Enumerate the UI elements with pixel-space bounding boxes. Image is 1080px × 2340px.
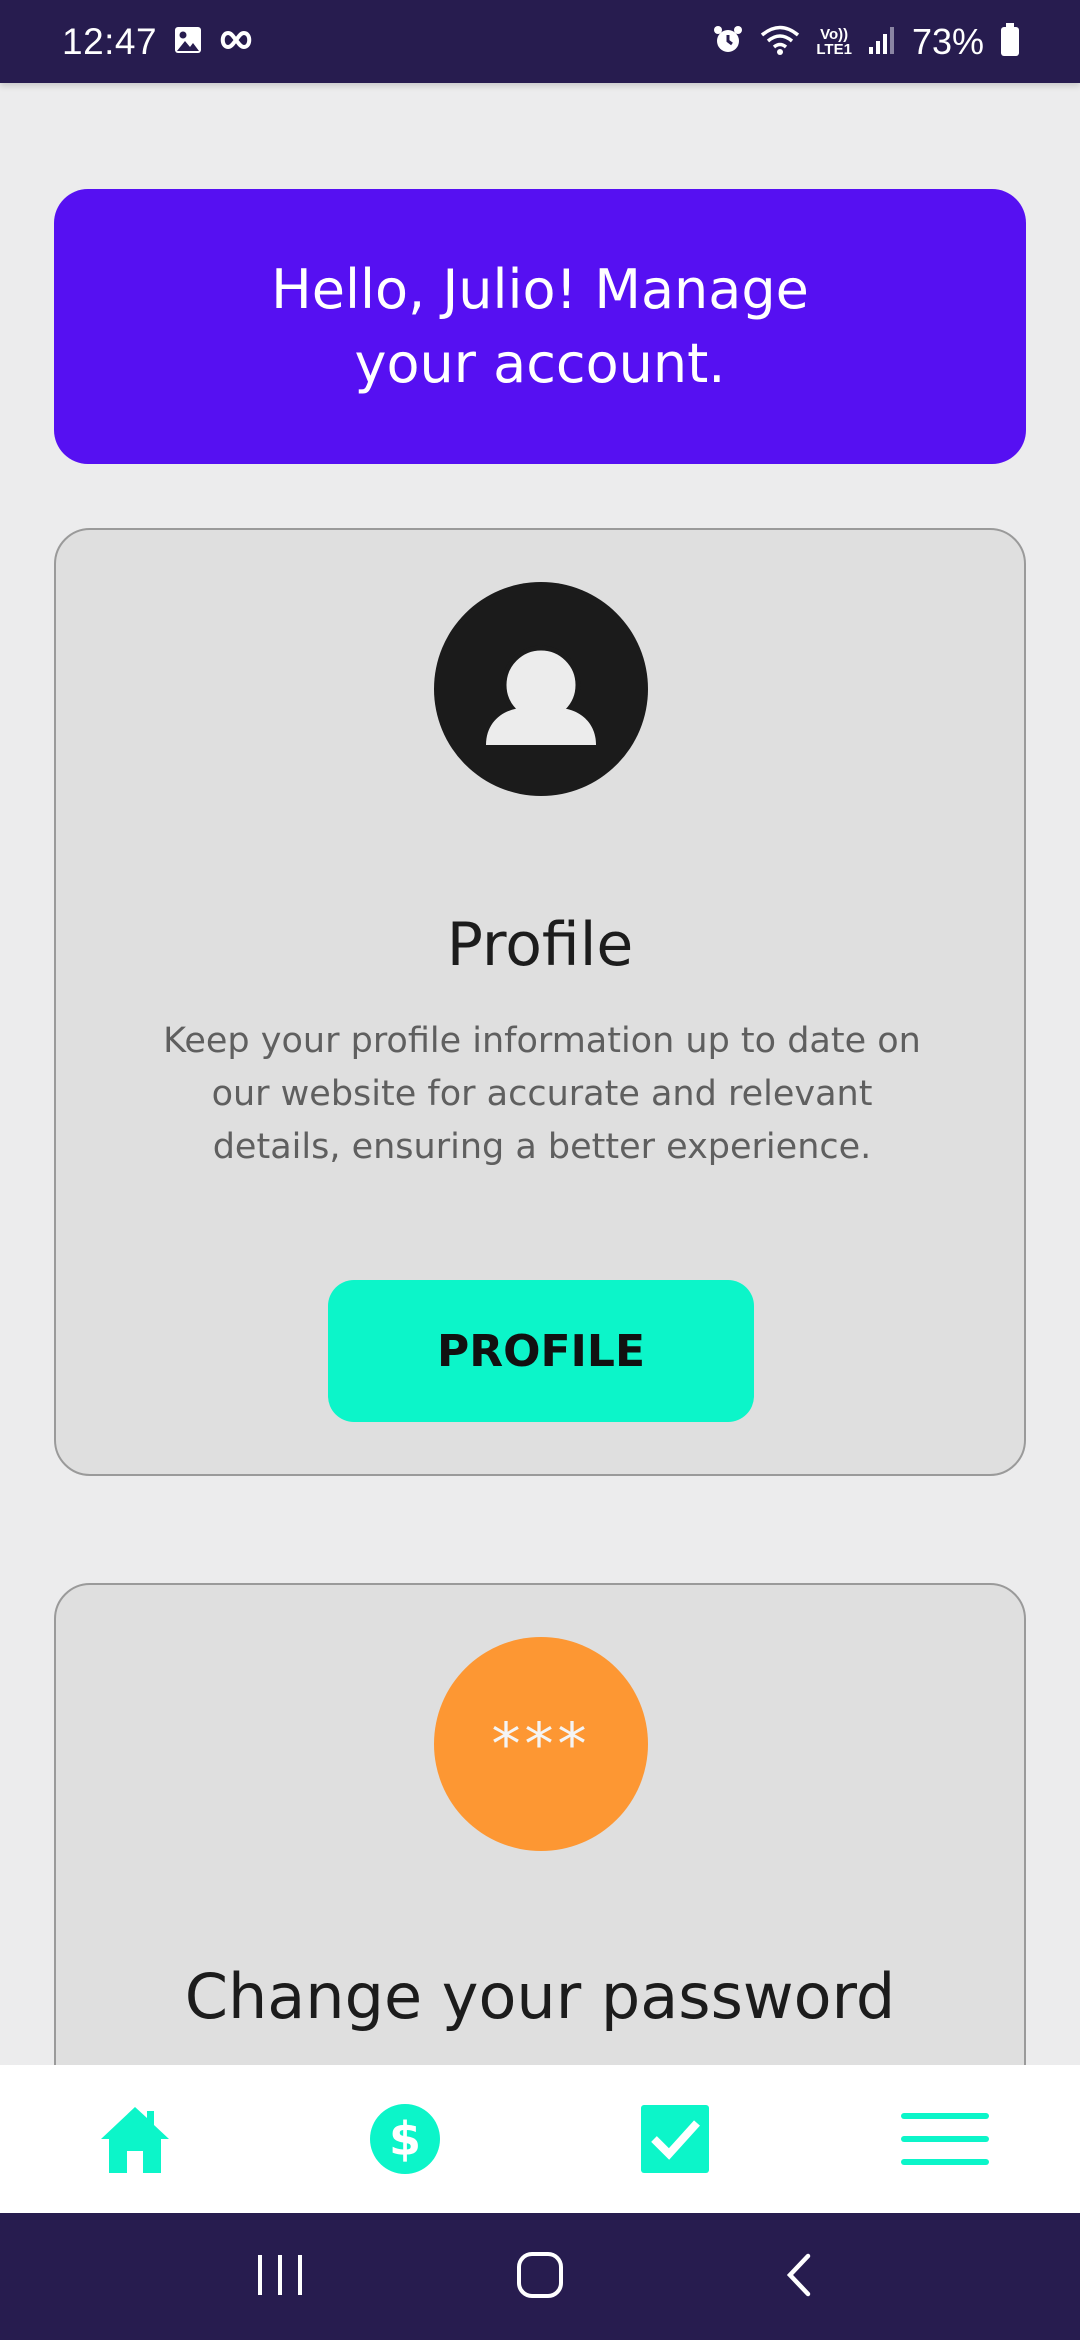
- battery-icon: [1000, 22, 1020, 61]
- password-icon: ***: [434, 1637, 648, 1851]
- back-icon: [780, 2250, 820, 2304]
- infinity-icon: [219, 30, 253, 54]
- home-button[interactable]: [495, 2232, 585, 2322]
- password-icon-text: ***: [491, 1710, 591, 1778]
- user-avatar-icon: [434, 582, 648, 796]
- home-icon: [99, 2103, 171, 2175]
- signal-icon: [868, 25, 896, 59]
- greeting-text: Hello, Julio! Manage your account.: [271, 257, 809, 395]
- profile-button[interactable]: PROFILE: [328, 1280, 754, 1422]
- wifi-icon: [760, 24, 800, 60]
- alarm-icon: [712, 24, 744, 60]
- recents-button[interactable]: [235, 2232, 325, 2322]
- back-button[interactable]: [755, 2232, 845, 2322]
- profile-title: Profile: [446, 910, 634, 980]
- nav-tasks[interactable]: [615, 2079, 735, 2199]
- greeting-banner: Hello, Julio! Manage your account.: [54, 189, 1026, 464]
- password-title: Change your password: [184, 1960, 896, 2033]
- profile-card: Profile Keep your profile information up…: [54, 528, 1026, 1476]
- system-nav-bar: [0, 2213, 1080, 2340]
- status-right: Vo)) LTE1 73%: [712, 21, 1020, 63]
- menu-icon: [901, 2107, 989, 2171]
- status-left: 12:47: [62, 21, 253, 63]
- network-label-bottom: LTE1: [816, 40, 852, 58]
- checkbox-icon: [639, 2103, 711, 2175]
- status-bar: 12:47 Vo)) LTE1 73%: [0, 0, 1080, 83]
- nav-home[interactable]: [75, 2079, 195, 2199]
- dollar-icon: $: [369, 2103, 441, 2175]
- bottom-nav: $: [0, 2065, 1080, 2213]
- password-card: *** Change your password: [54, 1583, 1026, 2065]
- gallery-icon: [173, 25, 203, 59]
- status-time: 12:47: [62, 20, 158, 62]
- network-type: Vo)) LTE1: [816, 27, 852, 57]
- home-circle-icon: [515, 2250, 565, 2304]
- nav-payments[interactable]: $: [345, 2079, 465, 2199]
- svg-text:$: $: [389, 2112, 421, 2166]
- battery-percent: 73%: [911, 20, 984, 62]
- main-content[interactable]: Hello, Julio! Manage your account. Profi…: [0, 83, 1080, 2065]
- recents-icon: [255, 2252, 305, 2302]
- profile-description: Keep your profile information up to date…: [163, 1021, 921, 1167]
- nav-menu[interactable]: [885, 2079, 1005, 2199]
